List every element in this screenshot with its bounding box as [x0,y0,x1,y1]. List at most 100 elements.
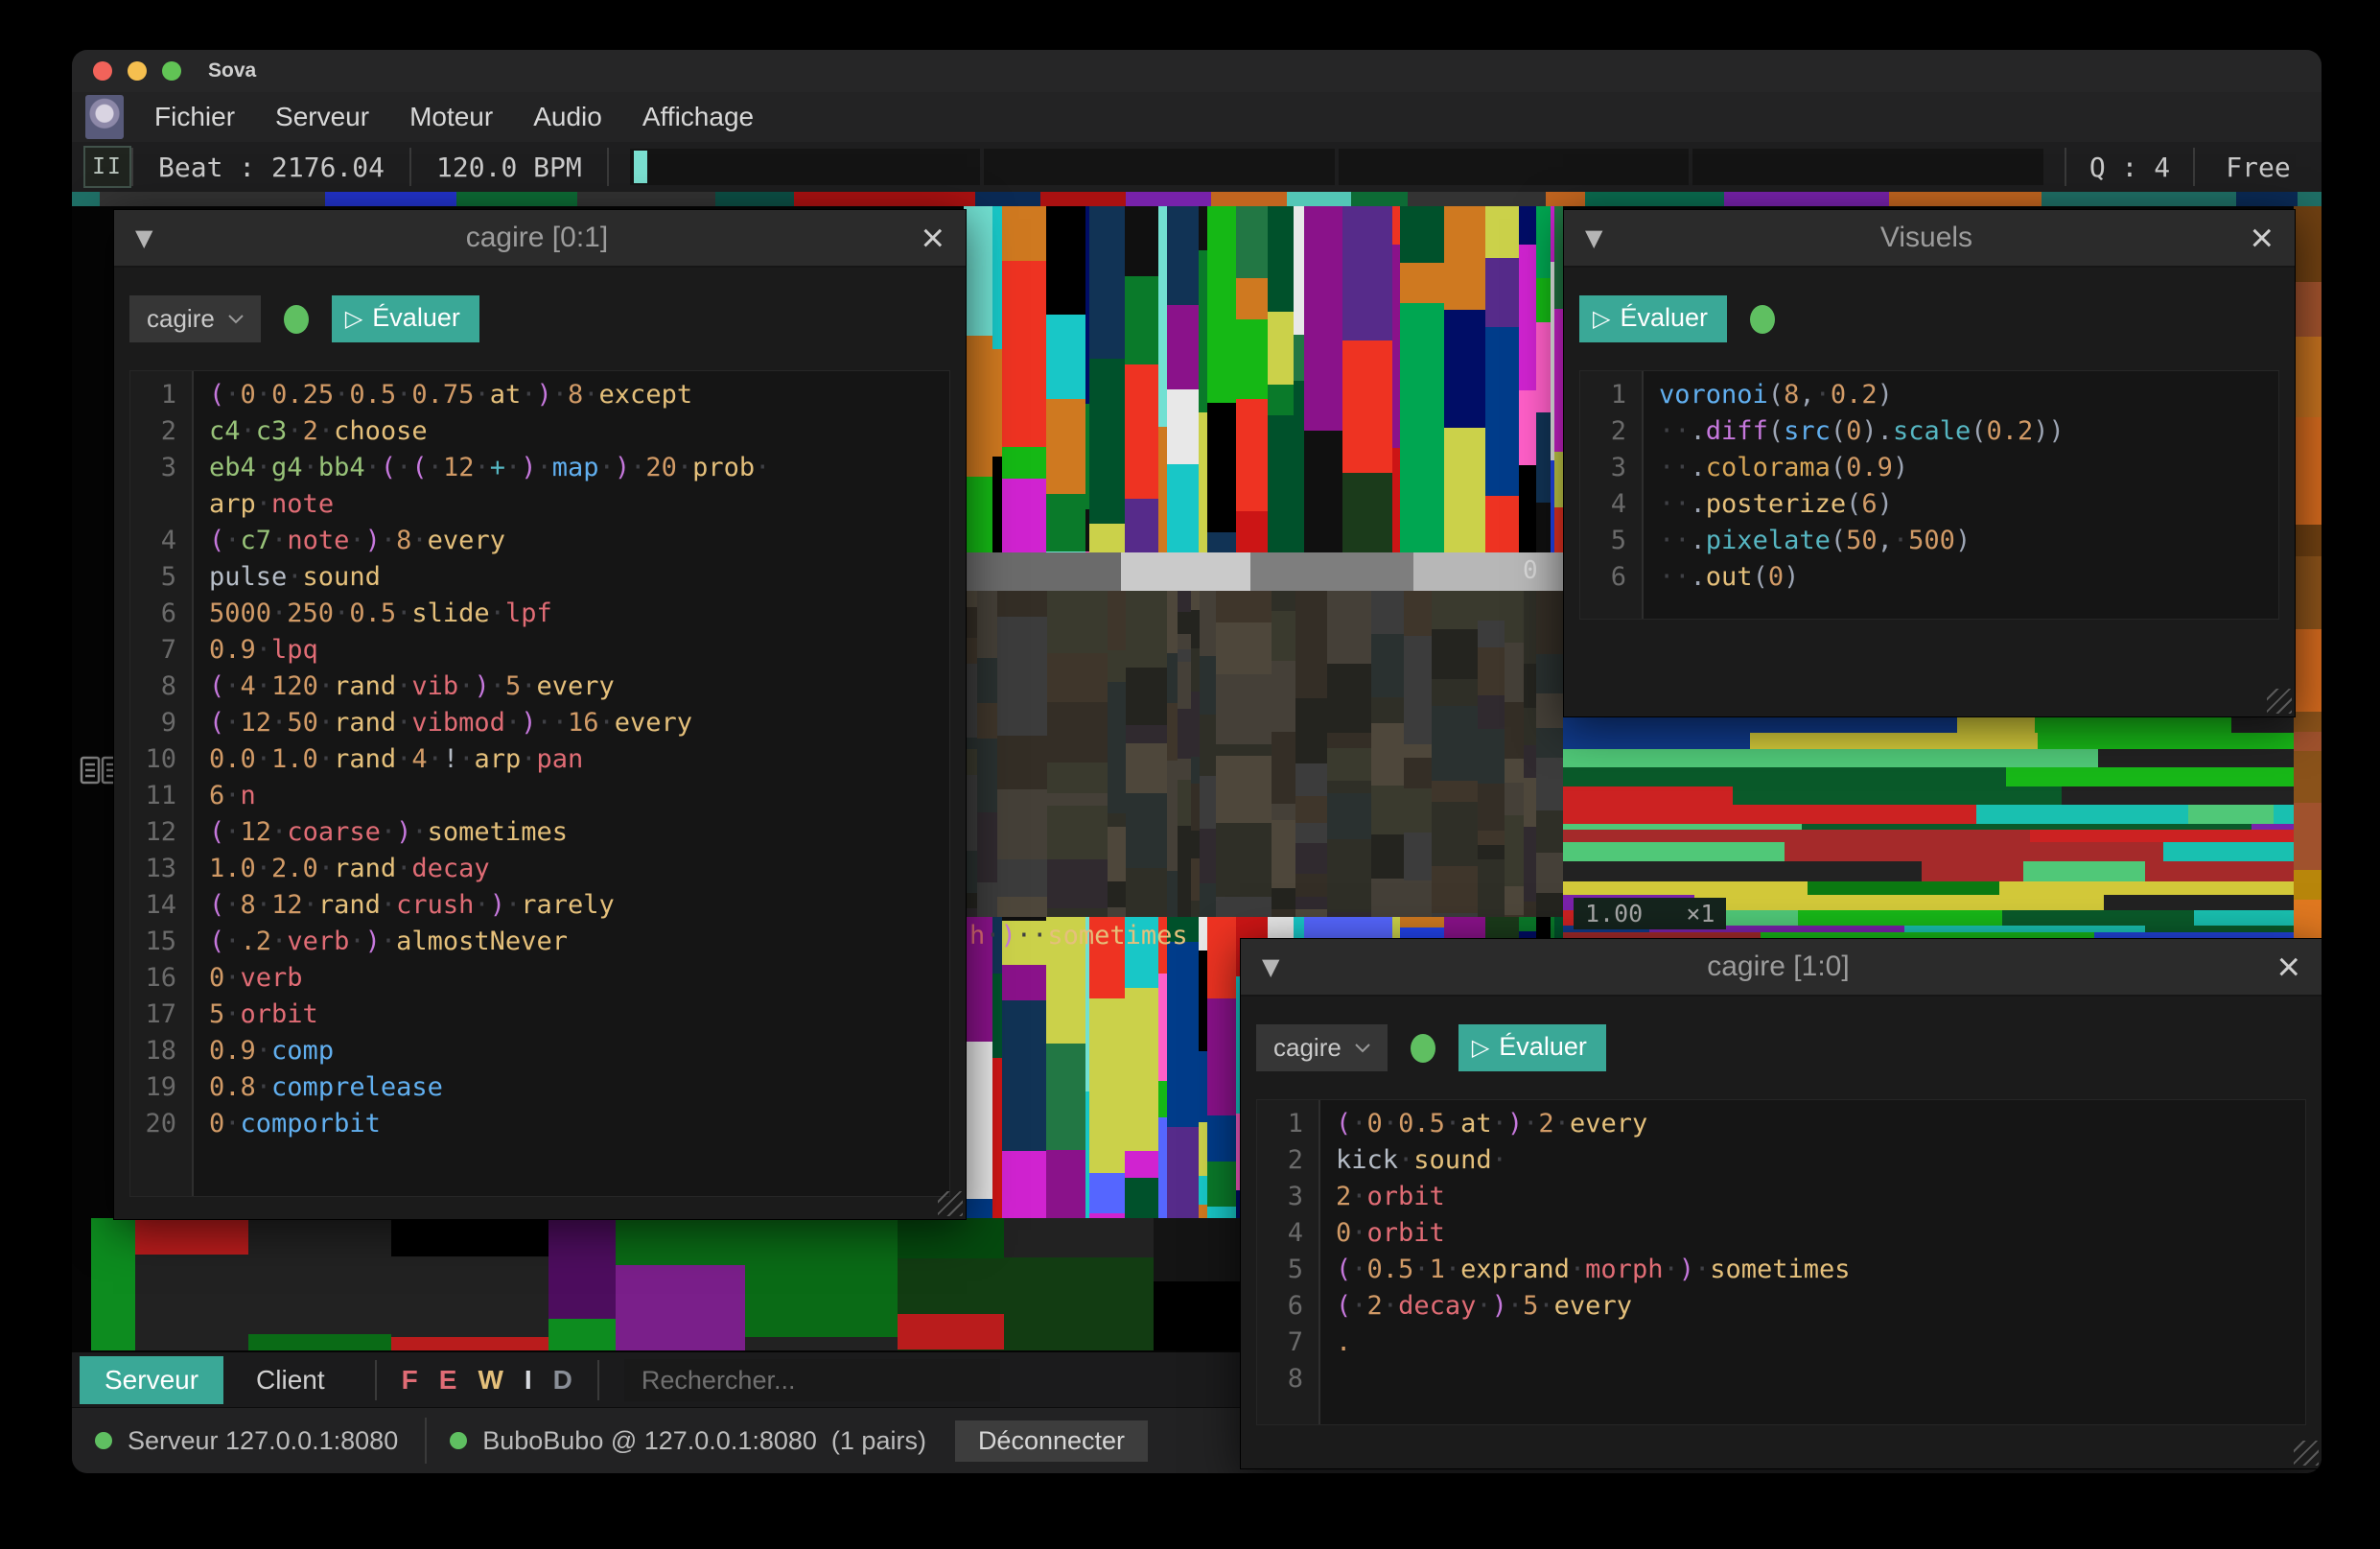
line-number: 15 [130,924,192,960]
code-editor[interactable]: 1(·0·0.5·at·)·2·every2kick·sound·32·orbi… [1256,1099,2306,1425]
close-icon[interactable]: × [2276,952,2300,981]
search-input[interactable] [624,1359,1000,1401]
minimize-window-icon[interactable] [128,61,147,81]
resize-handle[interactable] [938,1191,963,1216]
code-token: pulse [209,562,287,592]
code-token: 8 [241,890,256,920]
instrument-dropdown[interactable]: cagire [1256,1024,1388,1071]
whitespace-dot: · [256,635,271,665]
filter-letter-e[interactable]: E [439,1365,457,1396]
code-text: (·c7·note·)·8·every [192,523,505,559]
code-token: 6 [209,781,224,810]
code-editor[interactable]: 1(·0·0.25·0.5·0.75·at·)·8·except2c4·c3·2… [129,370,950,1197]
close-icon[interactable]: × [921,223,945,252]
whitespace-dot: · [224,963,240,993]
instrument-dropdown[interactable]: cagire [129,295,261,342]
code-line: 175·orbit [130,997,949,1033]
menu-fichier[interactable]: Fichier [154,102,235,132]
whitespace-dot: · [396,708,411,738]
disconnect-button[interactable]: Déconnecter [955,1420,1148,1462]
tab-serveur[interactable]: Serveur [80,1356,223,1404]
filter-letter-w[interactable]: W [478,1365,502,1396]
whitespace-dot: · [1694,1255,1710,1284]
code-token: ) [490,890,505,920]
bpm-display: 120.0 BPM [411,152,607,183]
code-token: 50 [287,708,318,738]
filter-letter-f[interactable]: F [402,1365,418,1396]
code-line: 6··.out(0) [1580,559,2278,596]
maximize-window-icon[interactable] [162,61,181,81]
whitespace-dot: · [256,453,271,482]
window-title: Sova [208,59,256,82]
code-line: 1voronoi(8,·0.2) [1580,377,2278,413]
panel-header[interactable]: ▼ cagire [1:0] × [1241,939,2322,997]
tab-client[interactable]: Client [231,1356,350,1404]
code-token: map [552,453,599,482]
code-token: 0.2 [1986,416,2033,446]
code-token: verb [287,927,349,956]
code-text: (·2·decay·)·5·every [1318,1288,1632,1325]
whitespace-dot: · [334,598,349,628]
evaluate-button[interactable]: ▷ Évaluer [1458,1024,1606,1071]
quantum-display: Q : 4 [2066,152,2193,183]
code-token: out [1706,562,1753,592]
panel-header[interactable]: ▼ Visuels × [1564,210,2295,268]
code-token: vib [411,671,458,701]
whitespace-dot: · [396,598,411,628]
whitespace-dot: · [1663,1255,1678,1284]
code-token: rand [318,890,381,920]
filter-letter-i[interactable]: I [525,1365,532,1396]
menu-audio[interactable]: Audio [533,102,602,132]
code-token: colorama [1706,453,1831,482]
code-text: (·8·12·rand·crush·)·rarely [192,887,615,924]
whitespace-dot: · [1398,1145,1413,1175]
line-number: 11 [130,778,192,814]
panel-header[interactable]: ▼ cagire [0:1] × [114,210,966,268]
code-token: lpq [271,635,318,665]
menu-moteur[interactable]: Moteur [409,102,493,132]
code-token: comprelease [271,1072,443,1102]
code-token: ) [1507,1109,1523,1138]
play-icon: ▷ [1472,1034,1489,1061]
collapse-icon[interactable]: ▼ [1262,953,1279,980]
collapse-icon[interactable]: ▼ [1585,224,1602,251]
whitespace-dot: · [271,927,287,956]
line-number: 6 [130,596,192,632]
code-editor[interactable]: 1voronoi(8,·0.2)2··.diff(src(0).scale(0.… [1579,370,2279,620]
code-token: bb4 [318,453,365,482]
code-token: orbit [241,999,318,1029]
whitespace-dot: · [505,708,521,738]
code-token: g4 [271,453,303,482]
code-token: every [615,708,692,738]
resize-handle[interactable] [2267,689,2292,714]
menu-affichage[interactable]: Affichage [642,102,754,132]
close-window-icon[interactable] [93,61,112,81]
code-line: 5(·0.5·1·exprand·morph·)·sometimes [1257,1252,2305,1288]
code-token: voronoi [1659,380,1768,410]
code-token: rand [334,744,396,774]
pause-button[interactable]: II [83,146,131,188]
beat-progress-bar[interactable] [630,149,2043,185]
code-token: every [1570,1109,1647,1138]
resize-handle[interactable] [2294,1441,2319,1466]
collapse-icon[interactable]: ▼ [135,224,152,251]
code-token: src [1784,416,1831,446]
code-token: morph [1585,1255,1663,1284]
code-text: 0·comporbit [192,1106,381,1142]
code-token: ( [381,453,396,482]
code-token: lpf [505,598,552,628]
close-icon[interactable]: × [2250,223,2274,252]
whitespace-dot: · [1016,921,1032,951]
code-line: 12(·12·coarse·)·sometimes [130,814,949,851]
evaluate-button[interactable]: ▷ Évaluer [332,295,479,342]
window-controls [93,61,181,81]
whitespace-dot: · [224,526,240,555]
code-line: 5··.pixelate(50,·500) [1580,523,2278,559]
menu-serveur[interactable]: Serveur [275,102,369,132]
menus: Fichier Serveur Moteur Audio Affichage [154,102,754,132]
code-token: , [1799,380,1814,410]
filter-letter-d[interactable]: D [553,1365,572,1396]
line-number: 1 [1257,1106,1318,1142]
evaluate-button[interactable]: ▷ Évaluer [1579,295,1727,342]
whitespace-dot: · [224,890,240,920]
